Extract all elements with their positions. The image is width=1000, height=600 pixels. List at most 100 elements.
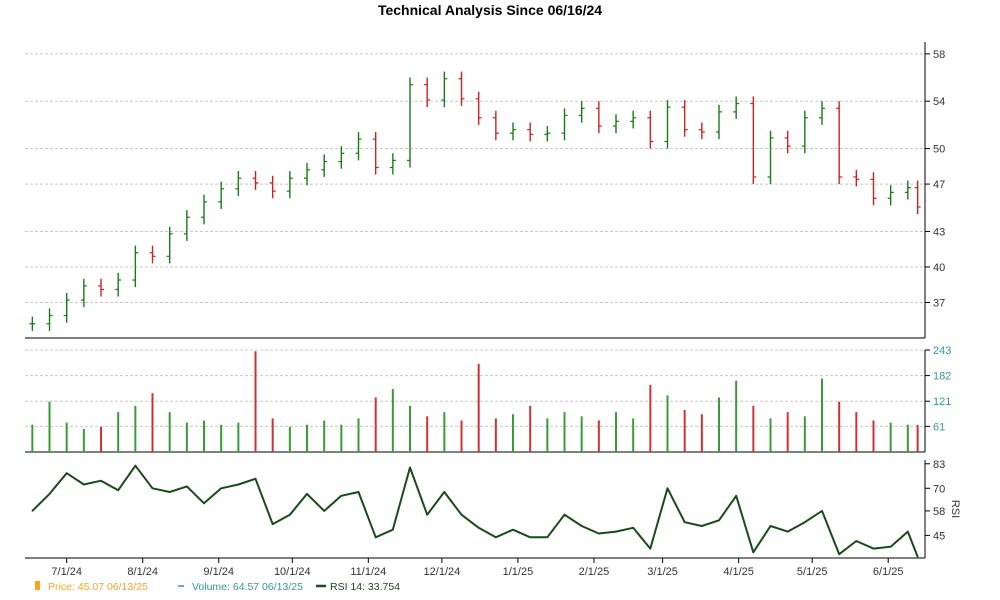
volume-bar bbox=[82, 428, 85, 452]
volume-bar bbox=[838, 401, 841, 452]
volume-bar bbox=[735, 380, 738, 452]
volume-bar bbox=[409, 405, 412, 452]
rsi-point bbox=[718, 519, 720, 522]
rsi-point bbox=[563, 513, 566, 516]
volume-bar bbox=[666, 395, 669, 452]
volume-bar bbox=[306, 424, 309, 452]
chart-title: Technical Analysis Since 06/16/24 bbox=[378, 2, 602, 18]
rsi-point bbox=[821, 510, 823, 512]
rsi-point bbox=[203, 502, 205, 505]
volume-bar bbox=[391, 389, 394, 452]
rsi-point bbox=[701, 525, 703, 527]
x-axis-tick-label: 10/1/24 bbox=[274, 566, 311, 578]
price-axis-tick-label: 43 bbox=[933, 226, 945, 238]
volume-bar bbox=[632, 418, 635, 452]
x-axis-tick-label: 5/1/25 bbox=[797, 566, 828, 578]
rsi-point bbox=[786, 530, 789, 533]
rsi-point bbox=[632, 527, 634, 529]
rsi-point bbox=[306, 493, 308, 495]
price-axis-tick-label: 54 bbox=[933, 96, 945, 108]
rsi-point bbox=[769, 525, 772, 527]
volume-bar bbox=[323, 420, 326, 452]
x-axis-tick-label: 6/1/25 bbox=[873, 566, 904, 578]
volume-bar bbox=[752, 405, 755, 452]
volume-bar bbox=[254, 351, 257, 452]
rsi-point bbox=[83, 483, 85, 486]
rsi-point bbox=[65, 472, 68, 474]
rsi-point bbox=[117, 489, 119, 491]
x-axis-tick-label: 2/1/25 bbox=[579, 566, 610, 578]
volume-bar bbox=[597, 420, 600, 452]
x-axis-tick-label: 11/1/24 bbox=[350, 566, 386, 578]
volume-bar bbox=[117, 412, 120, 452]
volume-legend-label: Volume: 64.57 06/13/25 bbox=[192, 581, 303, 593]
volume-bar bbox=[512, 414, 515, 452]
volume-bar bbox=[288, 426, 291, 452]
price-axis-tick-label: 40 bbox=[933, 262, 945, 274]
rsi-axis-label: RSI bbox=[949, 500, 961, 518]
price-axis-tick-label: 47 bbox=[933, 179, 945, 191]
price-axis-tick-label: 37 bbox=[933, 297, 945, 309]
rsi-point bbox=[907, 530, 909, 533]
rsi-point bbox=[735, 495, 737, 497]
volume-bar bbox=[700, 414, 703, 452]
volume-axis-tick-label: 243 bbox=[933, 345, 951, 357]
rsi-point bbox=[271, 523, 274, 525]
x-axis-tick-label: 1/1/25 bbox=[503, 566, 534, 578]
rsi-point bbox=[289, 513, 291, 516]
rsi-point bbox=[220, 487, 222, 490]
volume-bar bbox=[357, 418, 360, 452]
volume-bar bbox=[134, 405, 137, 452]
volume-bar bbox=[683, 410, 686, 452]
x-axis-tick-label: 4/1/25 bbox=[723, 566, 754, 578]
volume-panel: 61 121 182 243 bbox=[25, 345, 951, 453]
rsi-point bbox=[254, 478, 257, 480]
price-axis-tick-label: 58 bbox=[933, 49, 945, 61]
rsi-axis-tick-label: 58 bbox=[933, 506, 945, 518]
x-axis-tick-label: 9/1/24 bbox=[203, 566, 234, 578]
volume-bar bbox=[718, 397, 721, 452]
rsi-point bbox=[443, 491, 446, 493]
volume-bar bbox=[546, 418, 549, 452]
rsi-point bbox=[409, 466, 411, 469]
rsi-point bbox=[683, 521, 686, 523]
rsi-point bbox=[615, 530, 617, 533]
x-axis: 7/1/24 8/1/24 9/1/24 10/1/24 11/1/24 12/1/24 1… bbox=[51, 558, 904, 578]
rsi-point bbox=[460, 513, 463, 516]
volume-bar bbox=[580, 416, 583, 452]
rsi-point bbox=[804, 521, 806, 523]
volume-bar bbox=[872, 420, 875, 452]
price-legend-swatch bbox=[35, 581, 40, 590]
rsi-point bbox=[889, 545, 892, 548]
volume-bar bbox=[889, 422, 892, 452]
volume-bar bbox=[65, 422, 68, 452]
rsi-point bbox=[495, 536, 497, 539]
rsi-point bbox=[477, 527, 480, 529]
volume-bar bbox=[185, 422, 188, 452]
volume-bar bbox=[769, 418, 772, 452]
x-axis-tick-label: 7/1/24 bbox=[51, 566, 82, 578]
rsi-axis-tick-label: 70 bbox=[933, 483, 945, 495]
rsi-point bbox=[838, 553, 840, 556]
volume-bar bbox=[271, 418, 274, 452]
rsi-point bbox=[598, 532, 600, 535]
x-axis-tick-label: 8/1/24 bbox=[127, 566, 158, 578]
rsi-point bbox=[546, 536, 549, 539]
volume-bar bbox=[48, 401, 51, 452]
rsi-point bbox=[323, 510, 325, 512]
rsi-point bbox=[168, 491, 171, 493]
volume-bar bbox=[100, 426, 103, 452]
rsi-point bbox=[31, 510, 34, 512]
rsi-point bbox=[48, 493, 51, 495]
x-axis-tick-label: 12/1/24 bbox=[424, 566, 461, 578]
rsi-point bbox=[392, 528, 394, 531]
rsi-point bbox=[357, 491, 360, 493]
rsi-point bbox=[752, 551, 755, 554]
rsi-point bbox=[580, 525, 583, 527]
volume-bar bbox=[803, 416, 806, 452]
rsi-point bbox=[855, 540, 858, 542]
volume-bar bbox=[615, 412, 618, 452]
volume-bar bbox=[821, 378, 824, 452]
rsi-panel: 45 58 70 83 RSI bbox=[25, 459, 961, 559]
volume-bar bbox=[374, 397, 377, 452]
